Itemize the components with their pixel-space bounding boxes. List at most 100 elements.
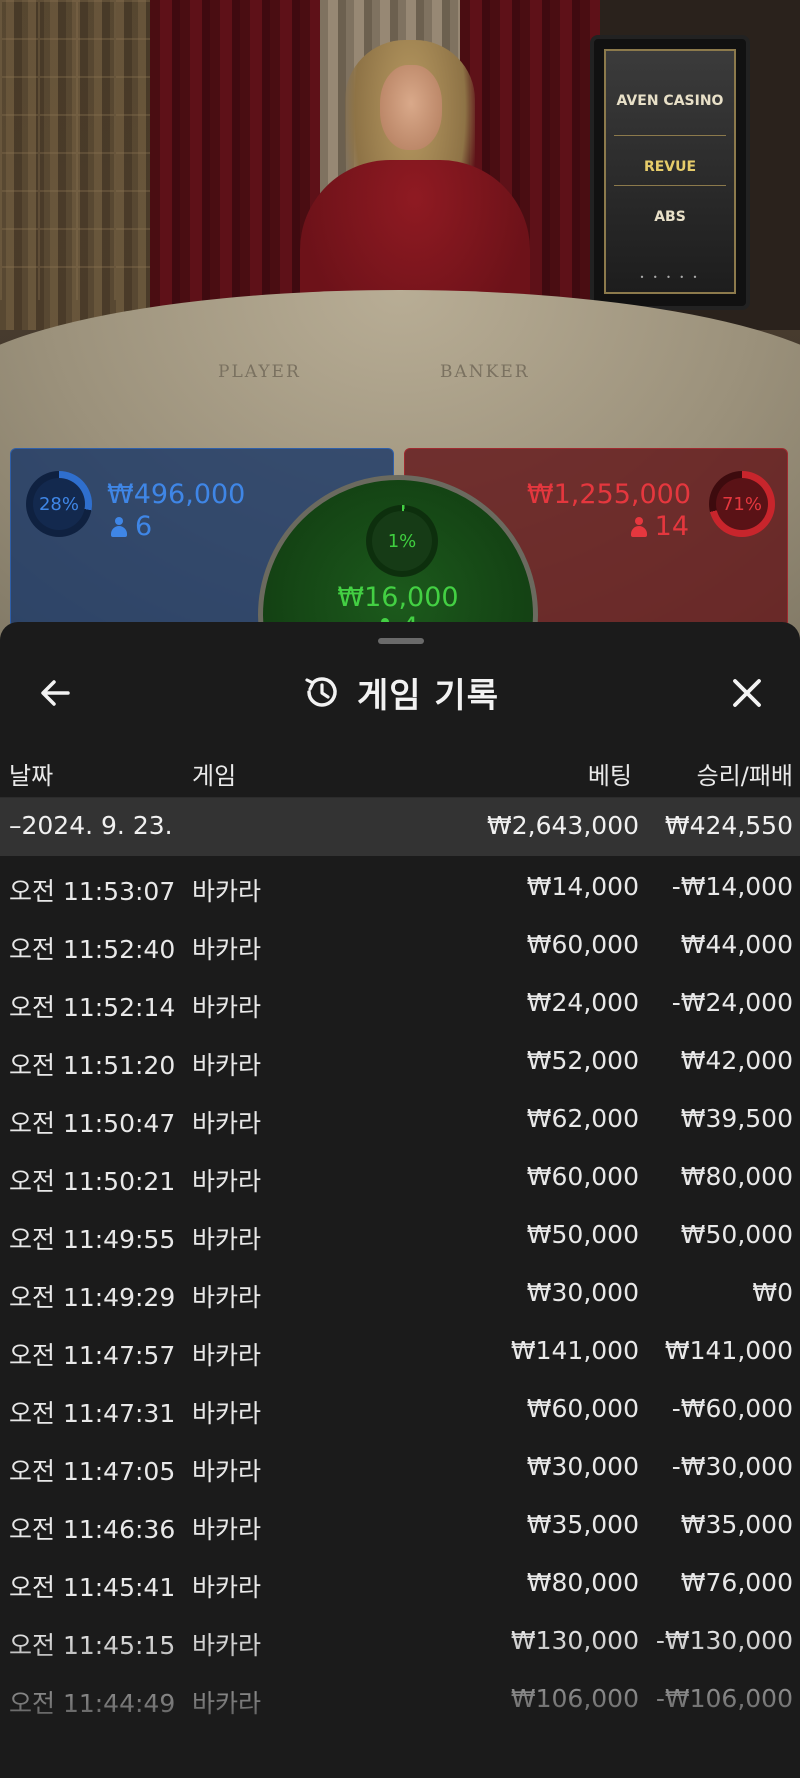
banker-bet-amount: ₩1,255,000 — [526, 479, 691, 510]
history-bet: ₩14,000 — [526, 872, 639, 901]
red-curtain — [150, 0, 320, 330]
history-time: 오전 11:50:21 — [9, 1167, 176, 1196]
brand-logo: ABS — [654, 209, 686, 225]
history-game: 바카라 — [192, 1225, 262, 1254]
history-row[interactable]: 오전 11:47:57 바카라 ₩141,000 ₩141,000 — [0, 1320, 800, 1378]
history-time: 오전 11:53:07 — [9, 877, 176, 906]
history-time: 오전 11:52:40 — [9, 935, 176, 964]
close-button[interactable] — [722, 668, 772, 718]
history-bet: ₩30,000 — [526, 1278, 639, 1307]
history-game: 바카라 — [192, 1283, 262, 1312]
history-bet: ₩35,000 — [526, 1510, 639, 1539]
history-win-loss: -₩14,000 — [671, 872, 793, 901]
history-game: 바카라 — [192, 1689, 262, 1718]
history-win-loss: ₩44,000 — [680, 930, 793, 959]
history-game: 바카라 — [192, 1167, 262, 1196]
history-row[interactable]: 오전 11:52:14 바카라 ₩24,000 -₩24,000 — [0, 972, 800, 1030]
history-game: 바카라 — [192, 1631, 262, 1660]
history-bet: ₩60,000 — [526, 1394, 639, 1423]
drag-handle[interactable] — [378, 638, 424, 644]
history-list: 오전 11:53:07 바카라 ₩14,000 -₩14,000 오전 11:52:40… — [0, 856, 800, 1726]
history-win-loss: -₩130,000 — [655, 1626, 793, 1655]
history-row[interactable]: 오전 11:49:55 바카라 ₩50,000 ₩50,000 — [0, 1204, 800, 1262]
history-row[interactable]: 오전 11:53:07 바카라 ₩14,000 -₩14,000 — [0, 856, 800, 914]
history-win-loss: ₩35,000 — [680, 1510, 793, 1539]
history-bet: ₩62,000 — [526, 1104, 639, 1133]
day-summary-row[interactable]: –2024. 9. 23. ₩2,643,000 ₩424,550 — [0, 798, 800, 856]
history-win-loss: -₩60,000 — [671, 1394, 793, 1423]
history-bet: ₩141,000 — [510, 1336, 639, 1365]
person-icon — [111, 516, 127, 537]
dealer-face — [380, 65, 442, 150]
player-bet-amount: ₩496,000 — [107, 479, 246, 510]
history-bet: ₩80,000 — [526, 1568, 639, 1597]
day-summary-date: –2024. 9. 23. — [9, 811, 173, 840]
tie-bet-amount: ₩16,000 — [337, 582, 459, 613]
player-count-value: 6 — [135, 511, 153, 542]
column-header-date: 날짜 — [9, 762, 54, 790]
history-clock-icon — [305, 677, 337, 707]
column-headers: 날짜 게임 베팅 승리/패배 — [0, 742, 800, 798]
sheet-title-group: 게임 기록 — [0, 660, 800, 724]
history-time: 오전 11:49:55 — [9, 1225, 176, 1254]
history-time: 오전 11:47:05 — [9, 1457, 176, 1486]
history-bet: ₩52,000 — [526, 1046, 639, 1075]
history-time: 오전 11:51:20 — [9, 1051, 176, 1080]
day-summary-bet: ₩2,643,000 — [487, 811, 639, 840]
history-row[interactable]: 오전 11:44:49 바카라 ₩106,000 -₩106,000 — [0, 1668, 800, 1726]
brand-monitor: AVEN CASINO REVUE ABS • • • • • — [590, 35, 750, 310]
history-win-loss: ₩76,000 — [680, 1568, 793, 1597]
history-bet: ₩30,000 — [526, 1452, 639, 1481]
history-time: 오전 11:45:41 — [9, 1573, 176, 1602]
background-lattice — [0, 0, 150, 300]
player-percent-ring: 28% — [26, 471, 92, 537]
tie-percent-ring: 1% — [366, 505, 438, 577]
history-win-loss: -₩30,000 — [671, 1452, 793, 1481]
history-game: 바카라 — [192, 877, 262, 906]
history-game: 바카라 — [192, 1573, 262, 1602]
history-bet: ₩50,000 — [526, 1220, 639, 1249]
history-game: 바카라 — [192, 993, 262, 1022]
history-time: 오전 11:49:29 — [9, 1283, 176, 1312]
history-time: 오전 11:47:57 — [9, 1341, 176, 1370]
banker-percent: 71% — [716, 478, 768, 530]
history-time: 오전 11:46:36 — [9, 1515, 176, 1544]
brand-logo: REVUE — [643, 159, 697, 175]
banker-count-value: 14 — [654, 511, 689, 542]
history-row[interactable]: 오전 11:46:36 바카라 ₩35,000 ₩35,000 — [0, 1494, 800, 1552]
banker-count: 14 — [630, 511, 689, 542]
history-bet: ₩60,000 — [526, 1162, 639, 1191]
history-game: 바카라 — [192, 1399, 262, 1428]
history-game: 바카라 — [192, 1051, 262, 1080]
history-row[interactable]: 오전 11:47:05 바카라 ₩30,000 -₩30,000 — [0, 1436, 800, 1494]
brand-logo: AVEN CASINO — [616, 93, 724, 109]
column-header-win-loss: 승리/패배 — [696, 762, 793, 790]
history-row[interactable]: 오전 11:52:40 바카라 ₩60,000 ₩44,000 — [0, 914, 800, 972]
history-win-loss: ₩39,500 — [680, 1104, 793, 1133]
history-win-loss: -₩24,000 — [671, 988, 793, 1017]
history-row[interactable]: 오전 11:50:47 바카라 ₩62,000 ₩39,500 — [0, 1088, 800, 1146]
history-bet: ₩130,000 — [510, 1626, 639, 1655]
tie-percent: 1% — [372, 511, 432, 571]
game-history-sheet: 게임 기록 날짜 게임 베팅 승리/패배 –2024. 9. 23. ₩2,64… — [0, 622, 800, 1778]
history-bet: ₩60,000 — [526, 930, 639, 959]
history-row[interactable]: 오전 11:47:31 바카라 ₩60,000 -₩60,000 — [0, 1378, 800, 1436]
history-row[interactable]: 오전 11:45:41 바카라 ₩80,000 ₩76,000 — [0, 1552, 800, 1610]
history-game: 바카라 — [192, 935, 262, 964]
history-row[interactable]: 오전 11:50:21 바카라 ₩60,000 ₩80,000 — [0, 1146, 800, 1204]
history-win-loss: ₩0 — [752, 1278, 793, 1307]
person-icon — [630, 516, 647, 537]
history-row[interactable]: 오전 11:51:20 바카라 ₩52,000 ₩42,000 — [0, 1030, 800, 1088]
history-time: 오전 11:50:47 — [9, 1109, 176, 1138]
sheet-header: 게임 기록 — [0, 660, 800, 724]
history-game: 바카라 — [192, 1457, 262, 1486]
history-win-loss: -₩106,000 — [655, 1684, 793, 1713]
history-row[interactable]: 오전 11:49:29 바카라 ₩30,000 ₩0 — [0, 1262, 800, 1320]
close-icon — [733, 679, 761, 707]
history-game: 바카라 — [192, 1515, 262, 1544]
history-win-loss: ₩80,000 — [680, 1162, 793, 1191]
history-row[interactable]: 오전 11:45:15 바카라 ₩130,000 -₩130,000 — [0, 1610, 800, 1668]
history-time: 오전 11:44:49 — [9, 1689, 176, 1718]
column-header-game: 게임 — [192, 762, 237, 790]
history-win-loss: ₩141,000 — [664, 1336, 793, 1365]
